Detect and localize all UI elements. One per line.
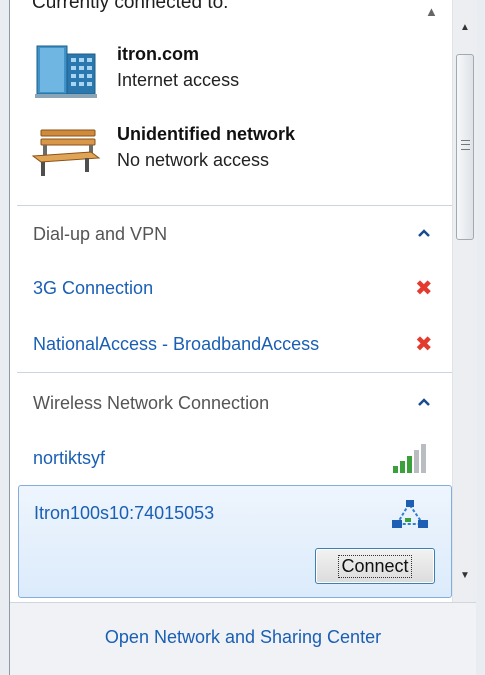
- connection-item-3g[interactable]: 3G Connection ✖: [17, 270, 452, 310]
- grip-icon: [461, 140, 470, 150]
- connect-button-label: Connect: [338, 554, 412, 578]
- scrollbar-thumb[interactable]: [456, 54, 474, 240]
- section-header-dialup[interactable]: Dial-up and VPN: [17, 216, 452, 256]
- section-divider: [17, 205, 452, 206]
- connected-network-itron: itron.com Internet access: [17, 40, 452, 110]
- signal-strength-icon: [391, 440, 433, 476]
- wireless-network-itron100s10[interactable]: Itron100s10:74015053 Connect: [18, 485, 452, 598]
- collapse-chevron-icon[interactable]: [416, 394, 432, 410]
- network-name: itron.com: [117, 44, 200, 64]
- wireless-network-label: Itron100s10:74015053: [34, 503, 215, 523]
- connection-label: 3G Connection: [33, 278, 154, 298]
- section-divider: [17, 372, 452, 373]
- scroll-down-icon[interactable]: ▼: [460, 570, 470, 581]
- disconnected-x-icon: ✖: [415, 333, 433, 356]
- open-network-sharing-center-link[interactable]: Open Network and Sharing Center: [10, 627, 476, 648]
- vertical-scrollbar[interactable]: ▲ ▼: [452, 0, 477, 602]
- public-network-bench-icon: [31, 120, 101, 180]
- collapse-chevron-icon[interactable]: [416, 225, 432, 241]
- domain-network-icon: [31, 40, 101, 100]
- connect-button[interactable]: Connect: [315, 548, 435, 584]
- network-list: Currently connected to: ▲ itron.com Inte…: [17, 0, 452, 602]
- disconnected-x-icon: ✖: [415, 277, 433, 300]
- wireless-network-nortiktsyf[interactable]: nortiktsyf: [17, 440, 452, 480]
- section-header-wireless[interactable]: Wireless Network Connection: [17, 385, 452, 425]
- network-status: No network access: [117, 150, 270, 170]
- network-name: Unidentified network: [117, 124, 296, 144]
- section-title: Dial-up and VPN: [33, 224, 168, 244]
- network-status: Internet access: [117, 70, 240, 90]
- chevron-up-icon[interactable]: ▲: [425, 4, 438, 19]
- connected-network-unidentified: Unidentified network No network access: [17, 120, 452, 190]
- connection-item-nationalaccess[interactable]: NationalAccess - BroadbandAccess ✖: [17, 326, 452, 366]
- connection-label: NationalAccess - BroadbandAccess: [33, 334, 320, 354]
- adhoc-network-icon: [389, 498, 433, 532]
- footer: Open Network and Sharing Center: [10, 602, 476, 675]
- connected-header: Currently connected to:: [32, 0, 229, 13]
- section-title: Wireless Network Connection: [33, 393, 270, 413]
- scroll-up-icon[interactable]: ▲: [460, 22, 470, 33]
- wireless-network-label: nortiktsyf: [33, 448, 106, 468]
